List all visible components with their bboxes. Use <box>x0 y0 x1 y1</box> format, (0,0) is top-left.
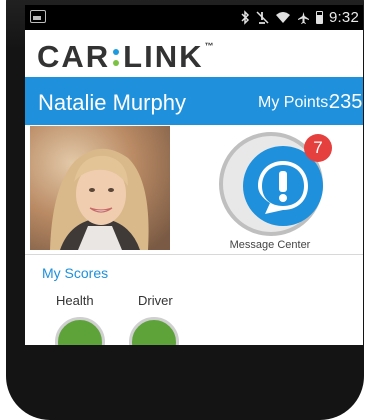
message-count-badge: 7 <box>304 134 332 162</box>
profile-row: 7 Message Center <box>25 126 363 252</box>
carlink-logo: CAR LINK ™ <box>37 39 216 75</box>
status-time: 9:32 <box>329 9 359 26</box>
health-score-label: Health <box>56 293 94 308</box>
logo-dot-green <box>113 59 120 66</box>
section-divider <box>25 254 363 255</box>
user-bar: Natalie Murphy My Points: 235 <box>25 77 363 125</box>
gallery-icon <box>30 10 46 23</box>
driver-score-gauge[interactable] <box>129 317 179 345</box>
logo-trademark: ™ <box>204 41 216 51</box>
app-screen: 9:32 CAR LINK ™ Natalie Murphy My Points… <box>25 5 363 345</box>
logo-text-link: LINK <box>123 39 204 74</box>
profile-photo[interactable] <box>30 126 170 250</box>
status-icons: 9:32 <box>240 9 359 26</box>
message-center[interactable]: 7 Message Center <box>203 126 348 252</box>
logo-dot-blue <box>113 48 120 55</box>
app-header: CAR LINK ™ <box>25 30 363 77</box>
wifi-icon <box>275 11 291 24</box>
driver-score-label: Driver <box>138 293 173 308</box>
logo-dots <box>113 48 120 66</box>
battery-icon <box>316 11 323 24</box>
points-label: My Points: <box>258 94 333 111</box>
user-name: Natalie Murphy <box>38 90 186 115</box>
phone-frame: 9:32 CAR LINK ™ Natalie Murphy My Points… <box>6 0 364 420</box>
status-bar: 9:32 <box>25 5 363 30</box>
mute-icon <box>256 10 269 25</box>
points-value: 235 <box>329 91 363 113</box>
airplane-icon <box>297 11 310 25</box>
message-center-label: Message Center <box>229 239 311 251</box>
health-score-gauge[interactable] <box>55 317 105 345</box>
scores-title: My Scores <box>42 265 109 281</box>
bluetooth-icon <box>240 10 250 25</box>
logo-text-car: CAR <box>37 39 111 74</box>
